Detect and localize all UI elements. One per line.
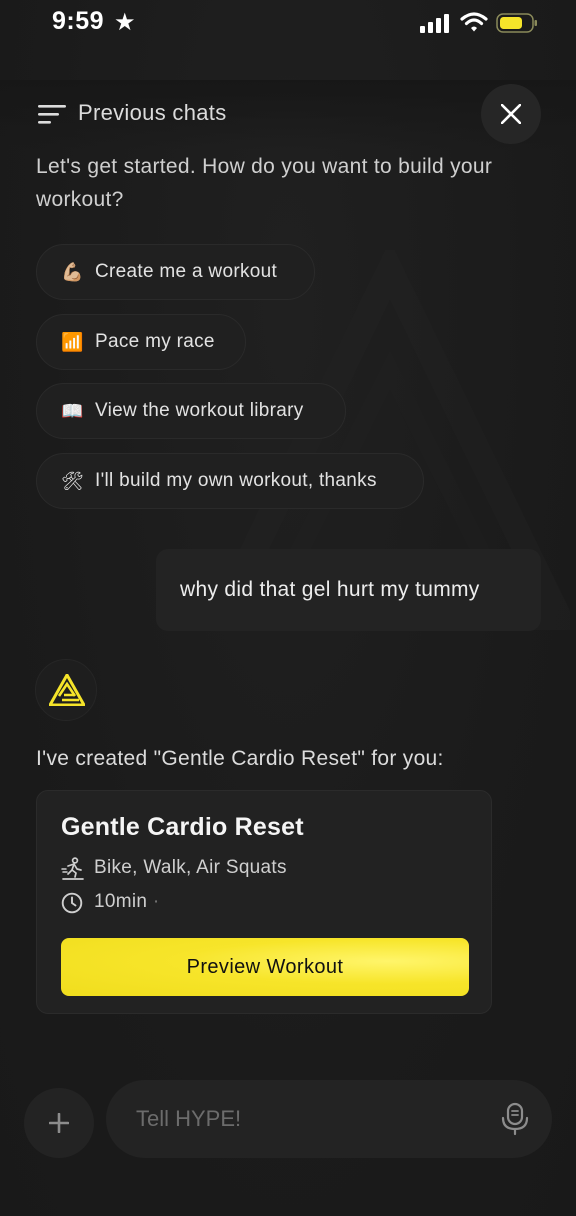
workout-activities: Bike, Walk, Air Squats xyxy=(94,857,287,878)
exercise-activity-icon xyxy=(61,857,84,880)
add-attachment-button[interactable] xyxy=(24,1088,94,1158)
star-icon: ★ xyxy=(114,9,136,36)
message-composer xyxy=(106,1080,552,1158)
close-button[interactable] xyxy=(481,84,541,144)
signal-bars-icon: 📶 xyxy=(61,331,84,352)
chat-header: Previous chats xyxy=(0,80,576,150)
user-message-text: why did that gel hurt my tummy xyxy=(180,578,480,601)
clock-icon xyxy=(61,892,83,914)
quick-reply-build-own[interactable]: 🛠 I'll build my own workout, thanks xyxy=(36,453,424,509)
hammer-wrench-icon: 🛠 xyxy=(61,470,84,491)
quick-reply-create-workout[interactable]: 💪🏼 Create me a workout xyxy=(36,244,315,300)
duration-separator: · xyxy=(152,891,160,912)
hype-logo-icon xyxy=(49,674,85,706)
assistant-avatar xyxy=(35,659,97,721)
workout-card[interactable]: Gentle Cardio Reset Bike, Walk, Air Squa… xyxy=(36,790,492,1014)
previous-chats-link[interactable]: Previous chats xyxy=(78,100,227,126)
close-icon xyxy=(501,104,521,124)
wifi-icon xyxy=(460,12,488,32)
status-bar: 9:59 ★ xyxy=(0,0,576,48)
assistant-message: I've created "Gentle Cardio Reset" for y… xyxy=(36,747,444,770)
flexed-biceps-icon: 💪🏼 xyxy=(61,261,84,282)
preview-workout-label: Preview Workout xyxy=(186,955,344,978)
chat-screen: 9:59 ★ Previous chats Let's get started.… xyxy=(0,0,576,1216)
open-book-icon: 📖 xyxy=(61,400,84,421)
user-message-bubble: why did that gel hurt my tummy xyxy=(156,549,541,631)
quick-reply-pace-race[interactable]: 📶 Pace my race xyxy=(36,314,246,370)
quick-reply-label: Create me a workout xyxy=(95,261,278,282)
quick-reply-workout-library[interactable]: 📖 View the workout library xyxy=(36,383,346,439)
message-input[interactable] xyxy=(136,1080,486,1158)
microphone-icon[interactable] xyxy=(500,1102,530,1136)
status-time: 9:59 xyxy=(52,7,105,35)
previous-chats-menu-icon[interactable] xyxy=(38,104,66,124)
quick-reply-label: View the workout library xyxy=(95,400,304,421)
quick-reply-label: I'll build my own workout, thanks xyxy=(95,470,377,491)
battery-icon xyxy=(496,13,537,33)
plus-icon xyxy=(49,1113,69,1133)
workout-title: Gentle Cardio Reset xyxy=(61,813,304,841)
duration-value: 10min xyxy=(94,891,148,912)
preview-workout-button[interactable]: Preview Workout xyxy=(61,938,469,996)
quick-reply-label: Pace my race xyxy=(95,331,215,352)
workout-duration: 10min · xyxy=(94,891,159,913)
cellular-signal-icon xyxy=(420,14,449,33)
assistant-intro-message: Let's get started. How do you want to bu… xyxy=(36,155,493,211)
